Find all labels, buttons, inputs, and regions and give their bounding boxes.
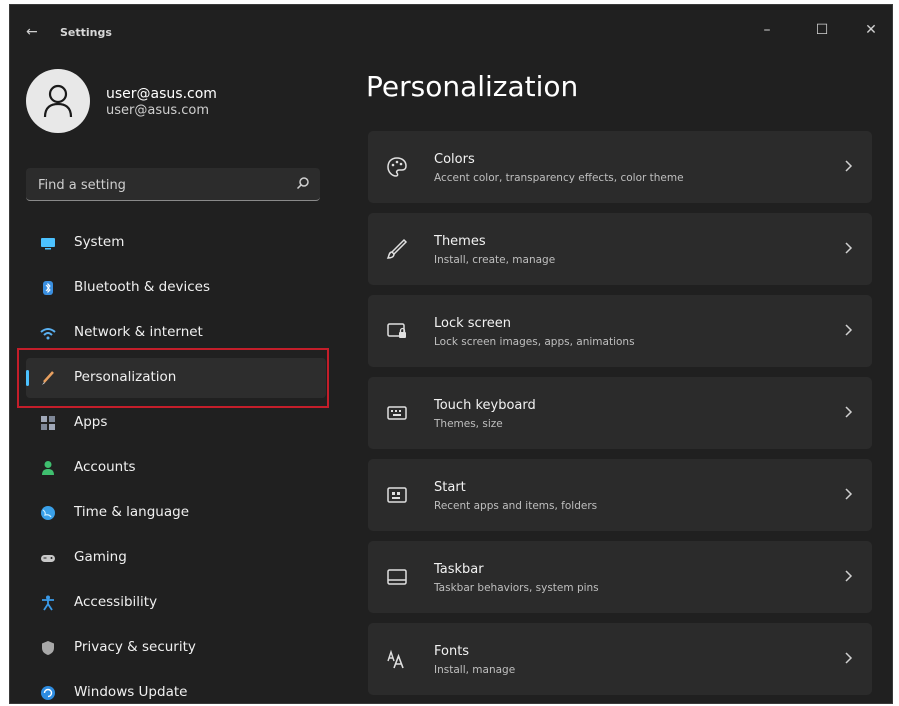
sidebar-item-label: Accessibility [74, 594, 158, 610]
person-icon [43, 84, 73, 118]
sidebar-item-accounts[interactable]: Accounts [26, 448, 326, 488]
person-icon [42, 461, 54, 475]
chevron-right-icon [845, 652, 853, 664]
sidebar-item-label: System [74, 234, 125, 250]
globe-icon [41, 506, 55, 520]
wifi-icon [40, 328, 56, 340]
sidebar-item-bluetooth-devices[interactable]: Bluetooth & devices [26, 268, 326, 308]
sidebar-item-time-language[interactable]: Time & language [26, 493, 326, 533]
card-subtitle: Taskbar behaviors, system pins [434, 582, 599, 594]
sidebar-item-label: Apps [74, 414, 108, 430]
card-colors[interactable]: Colors Accent color, transparency effect… [368, 131, 872, 203]
card-title: Fonts [434, 644, 470, 659]
back-arrow-icon[interactable]: ← [26, 24, 38, 40]
sidebar-item-windows-update[interactable]: Windows Update [26, 673, 326, 703]
keyboard-icon [387, 406, 407, 420]
card-title: Lock screen [434, 316, 511, 331]
chevron-right-icon [845, 324, 853, 336]
card-subtitle: Recent apps and items, folders [434, 500, 598, 512]
sidebar-item-label: Privacy & security [74, 639, 196, 655]
lock-screen-icon [387, 323, 406, 338]
selection-highlight-box [17, 348, 329, 408]
sidebar-item-label: Time & language [74, 504, 190, 520]
apps-icon [41, 416, 55, 430]
sidebar-item-privacy-security[interactable]: Privacy & security [26, 628, 326, 668]
search-input[interactable] [36, 174, 290, 196]
settings-window: ← Settings – ☐ ✕ user@asus.com user@asus… [9, 4, 893, 704]
card-fonts[interactable]: Fonts Install, manage [368, 623, 872, 695]
search-icon[interactable] [296, 176, 310, 190]
update-icon [41, 686, 55, 700]
sidebar-item-accessibility[interactable]: Accessibility [26, 583, 326, 623]
start-icon [387, 487, 407, 503]
minimize-button[interactable]: – [744, 15, 790, 45]
accessibility-icon [42, 595, 54, 611]
card-title: Start [434, 480, 466, 495]
shield-icon [42, 641, 54, 655]
card-subtitle: Themes, size [434, 418, 503, 430]
card-subtitle: Lock screen images, apps, animations [434, 336, 635, 348]
chevron-right-icon [845, 160, 853, 172]
avatar[interactable] [26, 69, 90, 133]
gamepad-icon [41, 555, 55, 562]
taskbar-icon [387, 569, 407, 585]
card-title: Themes [434, 234, 486, 249]
chevron-right-icon [845, 406, 853, 418]
user-email: user@asus.com [106, 103, 210, 118]
chevron-right-icon [845, 242, 853, 254]
card-lock-screen[interactable]: Lock screen Lock screen images, apps, an… [368, 295, 872, 367]
card-title: Taskbar [434, 562, 484, 577]
sidebar-item-system[interactable]: System [26, 223, 326, 263]
user-name: user@asus.com [106, 86, 217, 102]
sidebar-item-label: Windows Update [74, 684, 188, 700]
card-taskbar[interactable]: Taskbar Taskbar behaviors, system pins [368, 541, 872, 613]
palette-icon [387, 157, 407, 177]
sidebar-item-label: Bluetooth & devices [74, 279, 211, 295]
card-title: Touch keyboard [434, 398, 536, 413]
sidebar-item-gaming[interactable]: Gaming [26, 538, 326, 578]
card-subtitle: Accent color, transparency effects, colo… [434, 172, 684, 184]
sidebar-item-label: Accounts [74, 459, 136, 475]
search-box[interactable] [26, 168, 320, 201]
sidebar-item-network-internet[interactable]: Network & internet [26, 313, 326, 353]
card-start[interactable]: Start Recent apps and items, folders [368, 459, 872, 531]
app-title: Settings [60, 26, 112, 39]
brush-icon [386, 238, 408, 259]
monitor-icon [41, 238, 55, 250]
card-touch-keyboard[interactable]: Touch keyboard Themes, size [368, 377, 872, 449]
page-title: Personalization [366, 70, 579, 103]
sidebar-item-label: Network & internet [74, 324, 203, 340]
sidebar-item-apps[interactable]: Apps [26, 403, 326, 443]
card-title: Colors [434, 152, 475, 167]
card-subtitle: Install, manage [434, 664, 516, 676]
chevron-right-icon [845, 488, 853, 500]
card-themes[interactable]: Themes Install, create, manage [368, 213, 872, 285]
card-subtitle: Install, create, manage [434, 254, 556, 266]
chevron-right-icon [845, 570, 853, 582]
sidebar-item-label: Gaming [74, 549, 127, 565]
title-bar: ← Settings – ☐ ✕ [10, 5, 892, 57]
fonts-icon [387, 649, 404, 669]
close-button[interactable]: ✕ [848, 15, 892, 45]
bluetooth-icon [43, 281, 53, 295]
maximize-button[interactable]: ☐ [799, 15, 845, 45]
